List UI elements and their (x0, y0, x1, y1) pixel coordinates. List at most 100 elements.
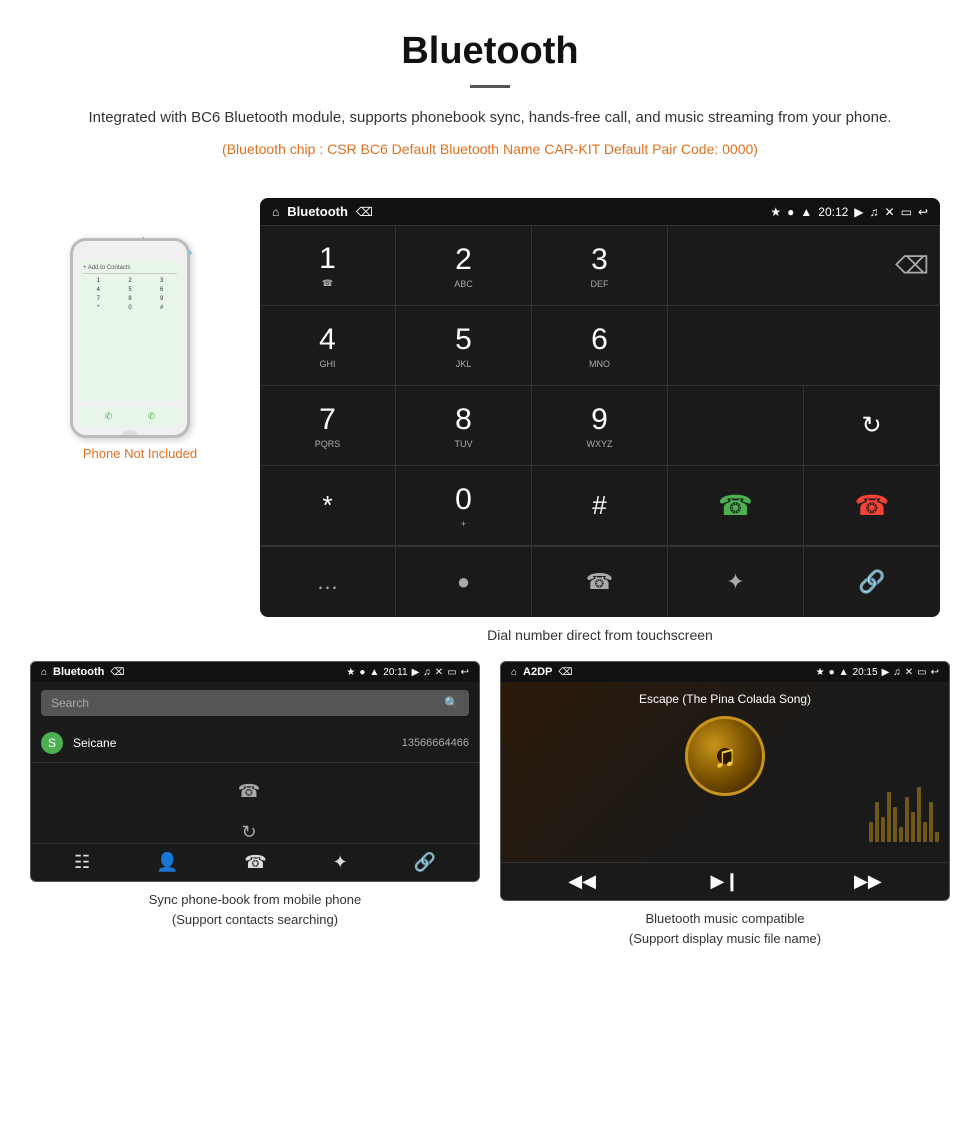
pb-time: 20:11 (383, 667, 407, 678)
key-star[interactable]: * (260, 466, 396, 546)
back-icon[interactable]: ↩ (918, 205, 928, 219)
music-time: 20:15 (853, 667, 878, 678)
key-3[interactable]: 3 DEF (532, 226, 668, 306)
page-header: Bluetooth Integrated with BC6 Bluetooth … (0, 0, 980, 188)
call-log-tab[interactable]: ☎ (532, 547, 668, 617)
phonebook-caption: Sync phone-book from mobile phone (Suppo… (30, 890, 480, 929)
dial-bottom-row: … ● ☎ ✦ 🔗 (260, 546, 940, 617)
key-4[interactable]: 4 GHI (260, 306, 396, 386)
call-action-icon[interactable]: ☎ (238, 781, 260, 802)
pb-contacts-icon[interactable]: 👤 (156, 852, 178, 873)
screen-icon[interactable]: ▭ (901, 205, 912, 219)
end-call-button[interactable]: ☎ (804, 466, 940, 546)
search-placeholder: Search (51, 696, 89, 710)
pb-bt-tab-icon[interactable]: ✦ (333, 852, 348, 873)
phone-home-btn (120, 430, 140, 438)
pb-bottom-bar: ☷ 👤 ☎ ✦ 🔗 (31, 843, 479, 881)
pb-link-icon[interactable]: 🔗 (414, 852, 436, 873)
dial-screen: ⌂ Bluetooth ⌫ ★ ● ▲ 20:12 ▶ ♫ ✕ ▭ ↩ (260, 198, 940, 617)
music-loc-icon: ● (829, 667, 835, 678)
pb-x-icon[interactable]: ✕ (435, 667, 443, 678)
pb-phone-icon[interactable]: ☎ (244, 852, 266, 873)
bluetooth-status-icon: ★ (770, 205, 781, 219)
x-icon[interactable]: ✕ (885, 205, 895, 219)
phone-not-included: Phone Not Included (83, 446, 197, 461)
phonebook-item: ⌂ Bluetooth ⌫ ★ ● ▲ 20:11 ▶ ♫ ✕ ▭ ↩ (30, 661, 480, 948)
key-7[interactable]: 7 PQRS (260, 386, 396, 466)
music-cam-icon: ▶ (882, 667, 890, 678)
pb-back-icon[interactable]: ↩ (461, 667, 469, 678)
music-home-icon[interactable]: ⌂ (511, 667, 517, 678)
phone-screen: + Add to Contacts 123 456 789 *0# (79, 261, 181, 401)
key-6[interactable]: 6 MNO (532, 306, 668, 386)
add-contacts-label: + Add to Contacts (83, 265, 177, 274)
bottom-section: ⌂ Bluetooth ⌫ ★ ● ▲ 20:11 ▶ ♫ ✕ ▭ ↩ (0, 651, 980, 968)
key-2[interactable]: 2 ABC (396, 226, 532, 306)
contact-avatar: S (41, 732, 63, 754)
signal-icon: ▲ (800, 205, 812, 219)
music-vol-icon: ♫ (893, 667, 901, 678)
song-title: Escape (The Pina Colada Song) (639, 692, 811, 706)
header-description: Integrated with BC6 Bluetooth module, su… (60, 106, 920, 130)
time-display: 20:12 (818, 205, 848, 219)
music-screenshot: ⌂ A2DP ⌫ ★ ● ▲ 20:15 ▶ ♫ ✕ ▭ ↩ Esc (500, 661, 950, 901)
key-0[interactable]: 0 + (396, 466, 532, 546)
key-1[interactable]: 1 ☎ (260, 226, 396, 306)
title-divider (470, 85, 510, 88)
backspace-icon[interactable]: ⌫ (895, 251, 929, 280)
middle-section: ✶ + Add to Contacts 123 456 789 *0# ✆ ✆ (0, 188, 980, 651)
dial-status-bar: ⌂ Bluetooth ⌫ ★ ● ▲ 20:12 ▶ ♫ ✕ ▭ ↩ (260, 198, 940, 225)
dial-display: ⌫ (668, 226, 940, 306)
call-button[interactable]: ☎ (668, 466, 804, 546)
music-sig-icon: ▲ (839, 667, 849, 678)
phonebook-screenshot: ⌂ Bluetooth ⌫ ★ ● ▲ 20:11 ▶ ♫ ✕ ▭ ↩ (30, 661, 480, 882)
music-scr-icon: ▭ (917, 667, 926, 678)
search-icon[interactable]: 🔍 (444, 696, 459, 710)
pb-vol-icon: ♫ (423, 667, 431, 678)
phone-keypad: 123 456 789 *0# (83, 277, 177, 312)
pb-grid-icon[interactable]: ☷ (74, 852, 90, 873)
music-x-icon[interactable]: ✕ (905, 667, 913, 678)
pb-cam-icon: ▶ (412, 667, 420, 678)
phone-area: ✶ + Add to Contacts 123 456 789 *0# ✆ ✆ (30, 198, 250, 461)
refresh-button[interactable]: ↻ (804, 386, 940, 466)
volume-icon[interactable]: ♫ (870, 205, 879, 219)
camera-icon[interactable]: ▶ (854, 205, 863, 219)
pb-title: Bluetooth (53, 666, 104, 678)
contact-row[interactable]: S Seicane 13566664466 (31, 724, 479, 763)
usb-icon: ⌫ (356, 205, 373, 219)
link-tab[interactable]: 🔗 (804, 547, 940, 617)
dial-empty-row3a (668, 386, 804, 466)
pb-home-icon[interactable]: ⌂ (41, 667, 47, 678)
dial-caption: Dial number direct from touchscreen (260, 627, 940, 651)
music-back-icon[interactable]: ↩ (931, 667, 939, 678)
refresh-action-icon[interactable]: ↻ (241, 822, 256, 843)
key-hash[interactable]: # (532, 466, 668, 546)
play-pause-button[interactable]: ▶❙ (711, 871, 740, 892)
dial-screen-title: Bluetooth (287, 204, 348, 219)
music-caption: Bluetooth music compatible (Support disp… (500, 909, 950, 948)
phone-bottom-bar: ✆ ✆ (79, 407, 181, 426)
dial-screen-wrap: ⌂ Bluetooth ⌫ ★ ● ▲ 20:12 ▶ ♫ ✕ ▭ ↩ (250, 198, 950, 651)
dialpad-tab[interactable]: … (260, 547, 396, 617)
contacts-tab[interactable]: ● (396, 547, 532, 617)
album-art: ♫ (685, 716, 765, 796)
home-icon[interactable]: ⌂ (272, 205, 279, 219)
pb-bt-icon: ★ (346, 667, 355, 678)
phone-mockup: + Add to Contacts 123 456 789 *0# ✆ ✆ (70, 238, 190, 438)
music-display: Escape (The Pina Colada Song) ♫ (501, 682, 949, 862)
pb-sig-icon: ▲ (369, 667, 379, 678)
key-8[interactable]: 8 TUV (396, 386, 532, 466)
location-icon: ● (787, 205, 794, 219)
key-5[interactable]: 5 JKL (396, 306, 532, 386)
prev-button[interactable]: ◀◀ (568, 871, 596, 892)
key-9[interactable]: 9 WXYZ (532, 386, 668, 466)
next-button[interactable]: ▶▶ (854, 871, 882, 892)
pb-scr-icon: ▭ (447, 667, 456, 678)
contact-number: 13566664466 (402, 737, 469, 749)
pb-usb-icon: ⌫ (110, 667, 124, 678)
dial-keypad: 1 ☎ 2 ABC 3 DEF (260, 225, 940, 546)
bluetooth-tab[interactable]: ✦ (668, 547, 804, 617)
dial-empty-row2 (668, 306, 940, 386)
search-bar[interactable]: Search 🔍 (41, 690, 469, 716)
